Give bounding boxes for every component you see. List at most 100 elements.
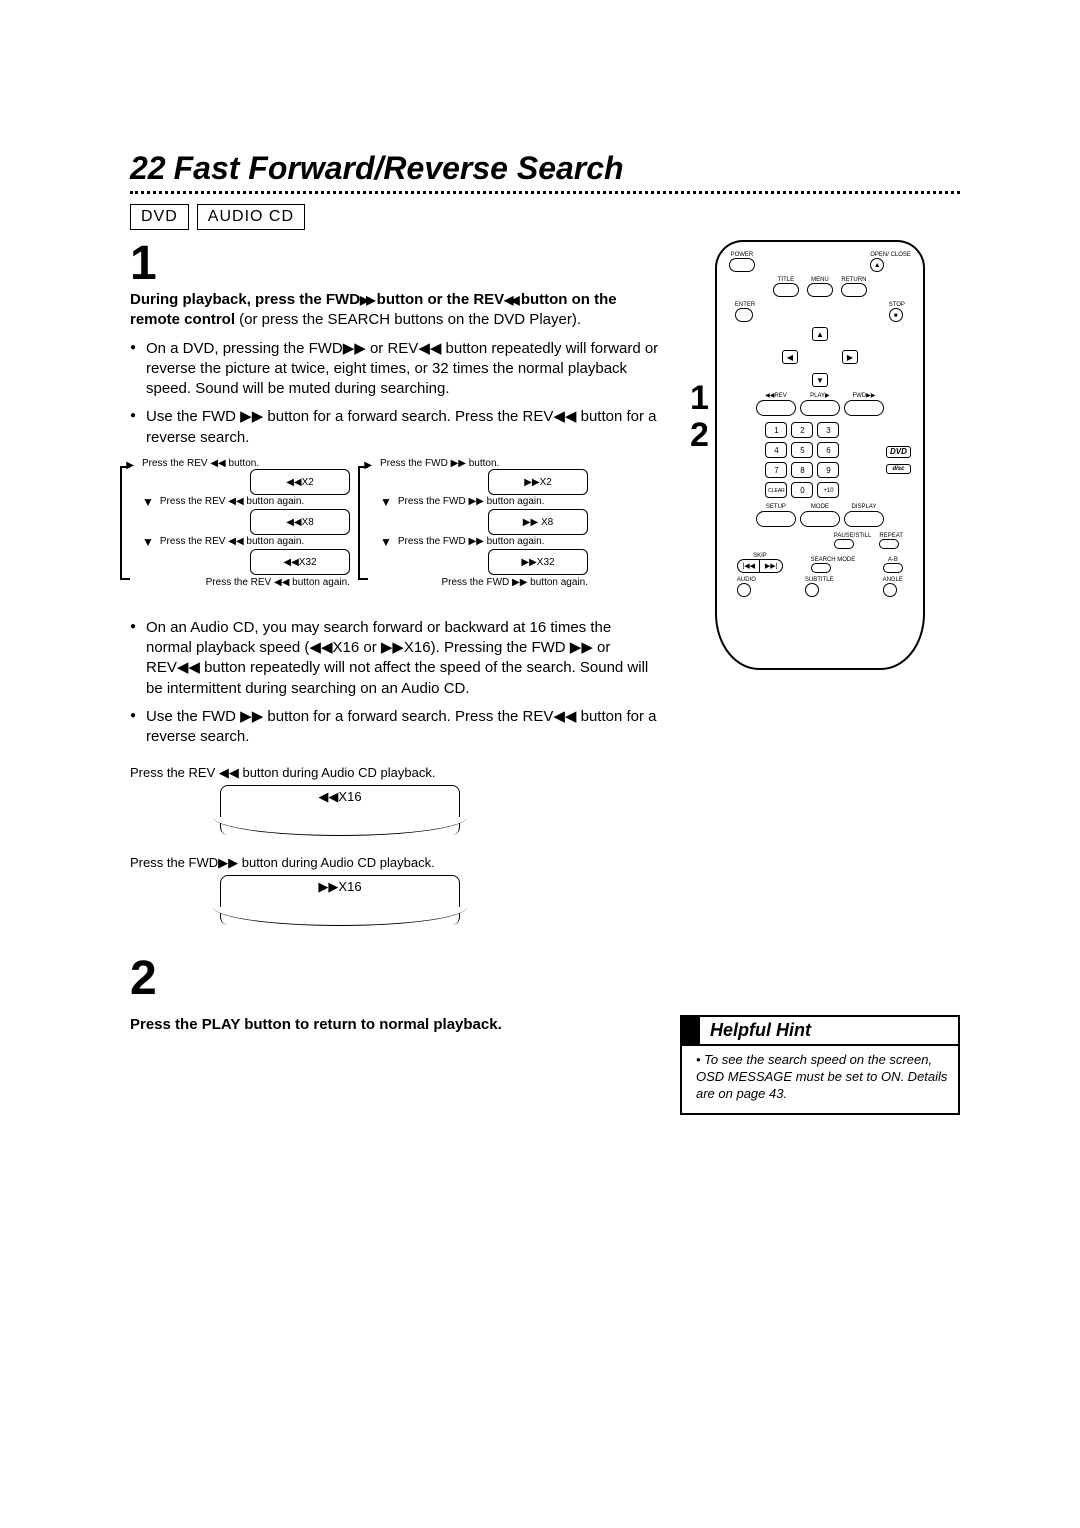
step2-text: Press the PLAY button to return to norma… — [130, 1015, 650, 1035]
lbl-mode: MODE — [800, 504, 840, 510]
lbl-audio: AUDIO — [737, 577, 756, 583]
audiocd-fwd-box: ▶▶X16 — [220, 875, 460, 925]
lbl-search: SEARCH MODE — [811, 557, 856, 563]
disc-logo: disc — [886, 464, 911, 474]
divider-dots — [130, 191, 960, 194]
skip-prev-icon: |◀◀ — [738, 560, 761, 572]
fwd-icon — [360, 291, 372, 308]
flow-rev-again1: Press the REV ◀◀ button again. — [160, 496, 304, 507]
flow-fwd-top: Press the FWD ▶▶ button. — [380, 458, 588, 469]
lbl-openclose: OPEN/ CLOSE — [870, 252, 911, 258]
flow-fwd-again2: Press the FWD ▶▶ button again. — [398, 536, 545, 547]
lbl-setup: SETUP — [756, 504, 796, 510]
dpad-down: ▼ — [812, 373, 828, 387]
flow-fwd-x8: ▶▶ X8 — [488, 509, 588, 535]
key-6: 6 — [817, 442, 839, 458]
btn-mode — [800, 511, 840, 527]
lbl-enter: ENTER — [735, 302, 755, 308]
dpad-right: ▶ — [842, 350, 858, 364]
key-8: 8 — [791, 462, 813, 478]
key-2: 2 — [791, 422, 813, 438]
btn-subtitle — [805, 583, 819, 597]
lbl-play: PLAY▶ — [800, 393, 840, 399]
lbl-ab: A-B — [883, 557, 903, 563]
btn-openclose: ▲ — [870, 258, 884, 272]
dpad-up: ▲ — [812, 327, 828, 341]
dpad: ▲ ▼ ◀ ▶ — [770, 327, 870, 387]
key-clear: CLEAR — [765, 482, 787, 498]
key-5: 5 — [791, 442, 813, 458]
helpful-hint-body: To see the search speed on the screen, O… — [682, 1046, 958, 1113]
disc-logos: DVD disc — [886, 446, 911, 474]
btn-repeat — [879, 539, 899, 549]
flow-fwd-again3: Press the FWD ▶▶ button again. — [380, 577, 588, 588]
audiocd-rev-label: Press the REV ◀◀ button during Audio CD … — [130, 765, 660, 781]
step1-bullet-2: Use the FWD ▶▶ button for a forward sear… — [130, 407, 660, 448]
rev-icon — [504, 291, 516, 308]
lbl-display: DISPLAY — [844, 504, 884, 510]
lbl-return: RETURN — [841, 277, 867, 283]
audiocd-bullet-1: On an Audio CD, you may search forward o… — [130, 618, 660, 699]
skip-next-icon: ▶▶| — [760, 560, 782, 572]
btn-angle — [883, 583, 897, 597]
step1-lead: During playback, press the FWD button or… — [130, 290, 660, 331]
audiocd-rev-box: ◀◀X16 — [220, 785, 460, 835]
fwd-return-arrow — [358, 466, 368, 580]
tag-dvd: DVD — [130, 204, 189, 230]
flow-rev-again2: Press the REV ◀◀ button again. — [160, 536, 304, 547]
key-4: 4 — [765, 442, 787, 458]
btn-title — [773, 283, 799, 297]
lbl-menu: MENU — [807, 277, 833, 283]
lbl-pause: PAUSE/STILL — [834, 533, 872, 539]
audiocd-bullet-2: Use the FWD ▶▶ button for a forward sear… — [130, 707, 660, 748]
remote-diagram: POWER OPEN/ CLOSE ▲ TITLE MENU RETURN — [715, 240, 925, 670]
btn-enter — [735, 308, 753, 322]
arrow-down-icon: ▼ — [380, 535, 392, 549]
lbl-stop: STOP — [889, 302, 905, 308]
flow-fwd-x32: ▶▶X32 — [488, 549, 588, 575]
callout-1: 1 — [690, 380, 709, 417]
key-7: 7 — [765, 462, 787, 478]
flow-rev-again3: Press the REV ◀◀ button again. — [142, 577, 350, 588]
callout-2: 2 — [690, 417, 709, 454]
btn-stop: ■ — [889, 308, 903, 322]
page-title: Fast Forward/Reverse Search — [174, 150, 624, 187]
key-plus10: +10 — [817, 482, 839, 498]
btn-rev — [756, 400, 796, 416]
tag-audiocd: AUDIO CD — [197, 204, 305, 230]
step1-bullet-1: On a DVD, pressing the FWD▶▶ or REV◀◀ bu… — [130, 339, 660, 400]
lbl-repeat: REPEAT — [879, 533, 903, 539]
key-0: 0 — [791, 482, 813, 498]
step1-lead-b: button or the REV — [373, 291, 505, 308]
key-9: 9 — [817, 462, 839, 478]
lbl-title: TITLE — [773, 277, 799, 283]
arrow-down-icon: ▼ — [142, 495, 154, 509]
btn-ab — [883, 563, 903, 573]
btn-skip: |◀◀ ▶▶| — [737, 559, 783, 573]
step2-number: 2 — [130, 955, 660, 1003]
flow-rev-x32: ◀◀X32 — [250, 549, 350, 575]
dpad-left: ◀ — [782, 350, 798, 364]
flow-fwd-again1: Press the FWD ▶▶ button again. — [398, 496, 545, 507]
helpful-hint-box: Helpful Hint To see the search speed on … — [680, 1015, 960, 1115]
lbl-angle: ANGLE — [883, 577, 903, 583]
lbl-subtitle: SUBTITLE — [805, 577, 834, 583]
audiocd-fwd-label: Press the FWD▶▶ button during Audio CD p… — [130, 855, 660, 871]
btn-fwd — [844, 400, 884, 416]
btn-search — [811, 563, 831, 573]
lbl-power: POWER — [729, 252, 755, 258]
btn-pause — [834, 539, 854, 549]
step1-lead-d: (or press the SEARCH buttons on the DVD … — [235, 311, 581, 328]
rev-return-arrow — [120, 466, 130, 580]
arrow-down-icon: ▼ — [380, 495, 392, 509]
key-1: 1 — [765, 422, 787, 438]
dvd-logo: DVD — [886, 446, 911, 458]
step1-number: 1 — [130, 240, 660, 288]
key-3: 3 — [817, 422, 839, 438]
btn-menu — [807, 283, 833, 297]
helpful-hint-title: Helpful Hint — [682, 1017, 958, 1046]
arrow-down-icon: ▼ — [142, 535, 154, 549]
btn-power — [729, 258, 755, 272]
page-number: 22 — [130, 150, 166, 187]
flow-rev-x8: ◀◀X8 — [250, 509, 350, 535]
